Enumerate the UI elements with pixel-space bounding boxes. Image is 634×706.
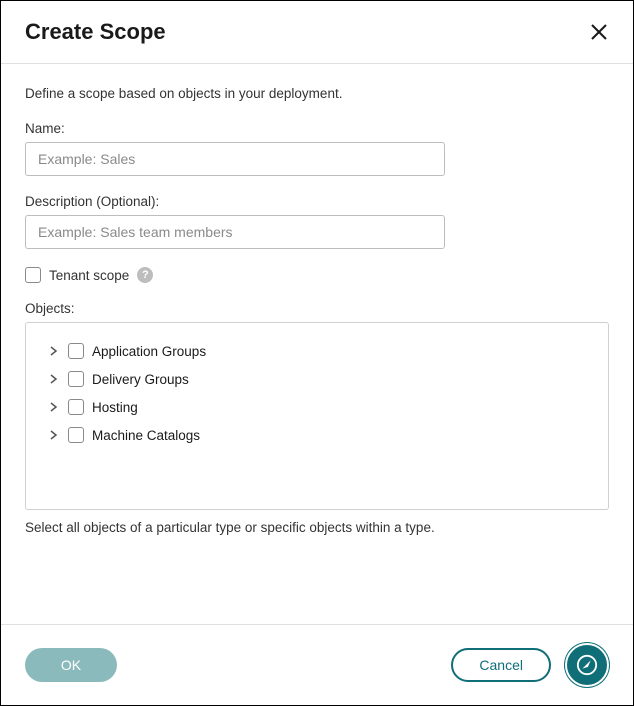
name-label: Name: [25,121,609,136]
dialog-footer: OK Cancel [1,624,633,705]
footer-right: Cancel [451,643,609,687]
objects-box: Application Groups Delivery Groups Hosti… [25,322,609,510]
close-button[interactable] [589,22,609,42]
object-row-hosting: Hosting [42,393,592,421]
ok-button[interactable]: OK [25,648,117,682]
object-row-delivery-groups: Delivery Groups [42,365,592,393]
tenant-scope-label: Tenant scope [49,268,129,283]
description-input[interactable] [25,215,445,249]
helper-text: Select all objects of a particular type … [25,520,609,535]
chevron-right-icon[interactable] [48,401,60,413]
object-label: Application Groups [92,344,206,359]
object-label: Machine Catalogs [92,428,200,443]
object-row-application-groups: Application Groups [42,337,592,365]
dialog-title: Create Scope [25,19,166,45]
object-checkbox[interactable] [68,427,84,443]
object-label: Hosting [92,400,138,415]
dialog-header: Create Scope [1,1,633,64]
close-icon [590,23,608,41]
objects-label: Objects: [25,301,609,316]
object-checkbox[interactable] [68,371,84,387]
object-row-machine-catalogs: Machine Catalogs [42,421,592,449]
chevron-right-icon[interactable] [48,373,60,385]
navigate-icon [576,654,598,676]
object-checkbox[interactable] [68,399,84,415]
description-label: Description (Optional): [25,194,609,209]
intro-text: Define a scope based on objects in your … [25,86,609,101]
object-checkbox[interactable] [68,343,84,359]
chevron-right-icon[interactable] [48,429,60,441]
object-label: Delivery Groups [92,372,189,387]
tenant-scope-checkbox[interactable] [25,267,41,283]
cancel-button[interactable]: Cancel [451,648,551,682]
chevron-right-icon[interactable] [48,345,60,357]
name-input[interactable] [25,142,445,176]
help-icon[interactable]: ? [137,267,153,283]
navigate-fab[interactable] [565,643,609,687]
tenant-scope-row: Tenant scope ? [25,267,609,283]
dialog-body: Define a scope based on objects in your … [1,64,633,545]
